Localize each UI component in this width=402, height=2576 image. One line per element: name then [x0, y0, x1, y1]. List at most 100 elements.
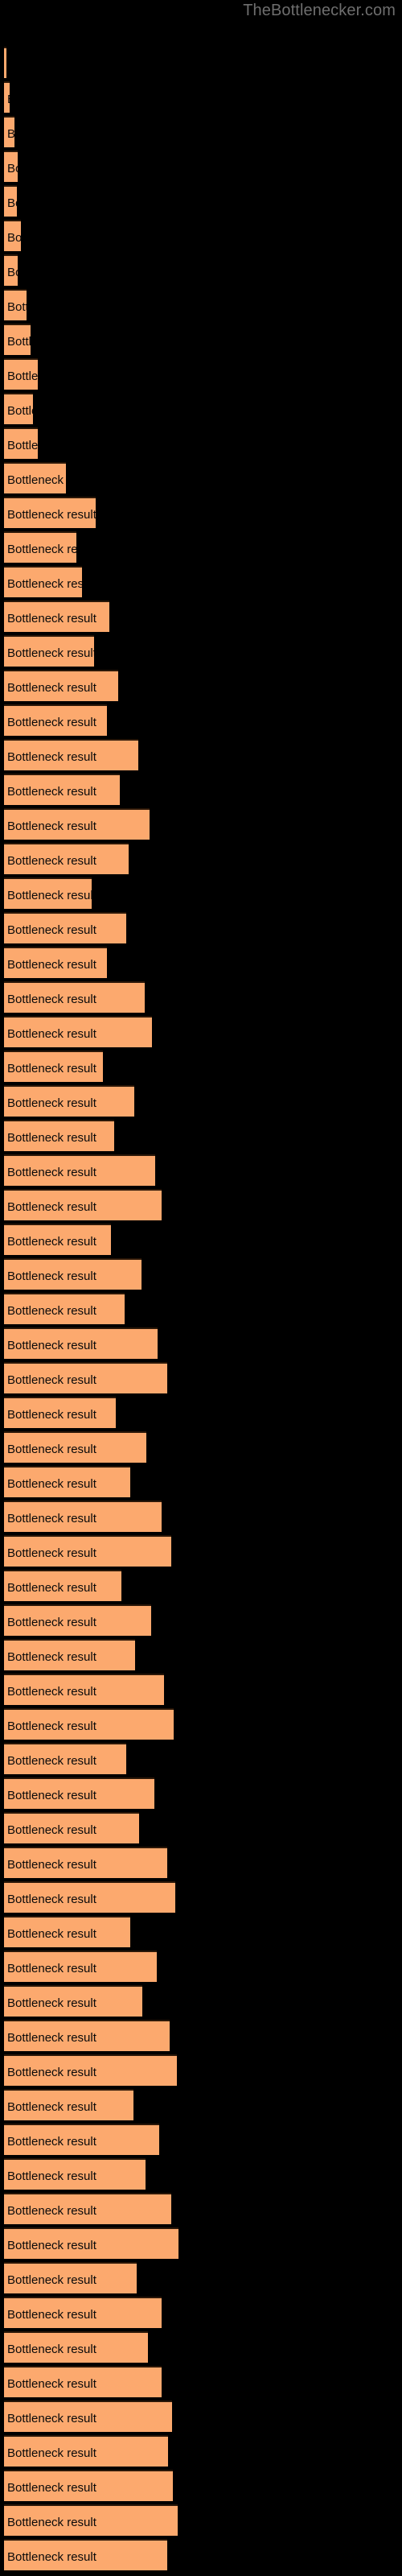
- chart-bar: Bottleneck result: [4, 1951, 157, 1982]
- chart-bar: Bottleneck result: [4, 2124, 159, 2155]
- bar-row: Bottleneck result: [4, 393, 33, 424]
- chart-bar: Bottleneck result: [4, 2401, 172, 2432]
- bar-row: Bottleneck result: [4, 254, 18, 286]
- bar-row: Bottleneck result: [4, 1327, 158, 1359]
- bar-label: Bottleneck result: [7, 266, 18, 279]
- bar-label: Bottleneck result: [7, 1235, 96, 1249]
- chart-bar: Bottleneck result: [4, 2504, 178, 2536]
- chart-bar: Bottleneck result: [4, 1639, 135, 1670]
- bar-row: Bottleneck result: [4, 1466, 130, 1497]
- bar-label: Bottleneck result: [7, 681, 96, 695]
- chart-bar: Bottleneck result: [4, 1293, 125, 1324]
- bar-row: Bottleneck result: [4, 739, 138, 770]
- chart-bar: Bottleneck result: [4, 2366, 162, 2397]
- bar-row: Bottleneck result: [4, 2401, 172, 2432]
- bar-row: Bottleneck result: [4, 1535, 171, 1567]
- bottleneck-chart-page: TheBottlenecker.com Bottleneck resultBot…: [0, 0, 402, 2576]
- chart-bar: Bottleneck result: [4, 2331, 148, 2363]
- chart-bar: Bottleneck result: [4, 670, 118, 701]
- chart-bar: Bottleneck result: [4, 981, 145, 1013]
- bar-row: Bottleneck result: [4, 981, 145, 1013]
- chart-bar: Bottleneck result: [4, 912, 126, 943]
- bar-row: Bottleneck result: [4, 1397, 116, 1428]
- bar-label: Bottleneck result: [7, 2066, 96, 2079]
- bar-row: Bottleneck result: [4, 774, 120, 805]
- chart-bar: Bottleneck result: [4, 947, 107, 978]
- bar-label: Bottleneck result: [7, 1927, 96, 1941]
- bar-label: Bottleneck result: [7, 646, 94, 660]
- bar-row: Bottleneck result: [4, 427, 38, 459]
- chart-bar: Bottleneck result: [4, 1362, 167, 1393]
- bar-row: Bottleneck result: [4, 81, 10, 113]
- bar-row: Bottleneck result: [4, 2262, 137, 2293]
- bar-label: Bottleneck result: [7, 1962, 96, 1975]
- bar-row: Bottleneck result: [4, 1224, 111, 1255]
- chart-bar: Bottleneck result: [4, 1431, 146, 1463]
- bar-label: Bottleneck result: [7, 2273, 96, 2287]
- chart-bar: Bottleneck result: [4, 601, 109, 632]
- chart-bar: Bottleneck result: [4, 1604, 151, 1636]
- bar-row: Bottleneck result: [4, 1154, 155, 1186]
- bar-row: Bottleneck result: [4, 1985, 142, 2017]
- bar-label: Bottleneck result: [7, 543, 76, 556]
- bar-label: Bottleneck result: [7, 1339, 96, 1352]
- chart-bar: Bottleneck result: [4, 116, 14, 147]
- bar-label: Bottleneck result: [7, 2135, 96, 2149]
- bar-row: Bottleneck result: [4, 1604, 151, 1636]
- bar-row: Bottleneck result: [4, 531, 76, 563]
- bar-label: Bottleneck result: [7, 1650, 96, 1664]
- bar-label: Bottleneck result: [7, 1408, 96, 1422]
- bar-label: Bottleneck result: [7, 993, 96, 1006]
- chart-bar: Bottleneck result: [4, 1777, 154, 1809]
- bar-row: Bottleneck result: [4, 1743, 126, 1774]
- chart-bar: Bottleneck result: [4, 2539, 167, 2570]
- chart-bar: Bottleneck result: [4, 2054, 177, 2086]
- chart-bar: Bottleneck result: [4, 1985, 142, 2017]
- bar-label: Bottleneck result: [7, 1616, 96, 1629]
- bar-row: Bottleneck result: [4, 1639, 135, 1670]
- bar-label: Bottleneck result: [7, 508, 96, 522]
- bar-row: Bottleneck result: [4, 1120, 114, 1151]
- bar-row: Bottleneck result: [4, 2504, 178, 2536]
- bar-row: Bottleneck result: [4, 2470, 173, 2501]
- chart-bar: Bottleneck result: [4, 1258, 142, 1290]
- bar-label: Bottleneck result: [7, 1373, 96, 1387]
- chart-bar: Bottleneck result: [4, 289, 27, 320]
- bar-label: Bottleneck result: [7, 2031, 96, 2045]
- bar-label: Bottleneck result: [7, 473, 66, 487]
- bar-label: Bottleneck result: [7, 231, 21, 245]
- bar-row: Bottleneck result: [4, 2331, 148, 2363]
- bar-row: Bottleneck result: [4, 2435, 168, 2467]
- chart-bar: Bottleneck result: [4, 358, 38, 390]
- bar-row: Bottleneck result: [4, 2227, 178, 2259]
- chart-bar: Bottleneck result: [4, 254, 18, 286]
- bar-label: Bottleneck result: [7, 1477, 96, 1491]
- bar-label: Bottleneck result: [7, 1062, 96, 1075]
- bar-label: Bottleneck result: [7, 1131, 96, 1145]
- bar-row: Bottleneck result: [4, 1016, 152, 1047]
- bar-row: Bottleneck result: [4, 566, 82, 597]
- bar-label: Bottleneck result: [7, 1823, 96, 1837]
- bar-row: Bottleneck result: [4, 151, 18, 182]
- bar-label: Bottleneck result: [7, 854, 96, 868]
- bar-label: Bottleneck result: [7, 1200, 96, 1214]
- bar-label: Bottleneck result: [7, 785, 96, 799]
- chart-bar: Bottleneck result: [4, 47, 6, 78]
- chart-bar: Bottleneck result: [4, 427, 38, 459]
- chart-bar: Bottleneck result: [4, 1674, 164, 1705]
- bar-row: Bottleneck result: [4, 2158, 146, 2190]
- bar-row: Bottleneck result: [4, 1051, 103, 1082]
- chart-bar: Bottleneck result: [4, 877, 92, 909]
- bar-row: Bottleneck result: [4, 1258, 142, 1290]
- chart-bar: Bottleneck result: [4, 2193, 171, 2224]
- chart-bar: Bottleneck result: [4, 774, 120, 805]
- bar-label: Bottleneck result: [7, 2550, 96, 2564]
- bar-label: Bottleneck result: [7, 1581, 96, 1595]
- bar-label: Bottleneck result: [7, 1546, 96, 1560]
- bar-label: Bottleneck result: [7, 196, 17, 210]
- bar-row: Bottleneck result: [4, 843, 129, 874]
- chart-bar: Bottleneck result: [4, 1535, 171, 1567]
- bar-label: Bottleneck result: [7, 335, 31, 349]
- chart-bar: Bottleneck result: [4, 1051, 103, 1082]
- bar-label: Bottleneck result: [7, 1893, 96, 1906]
